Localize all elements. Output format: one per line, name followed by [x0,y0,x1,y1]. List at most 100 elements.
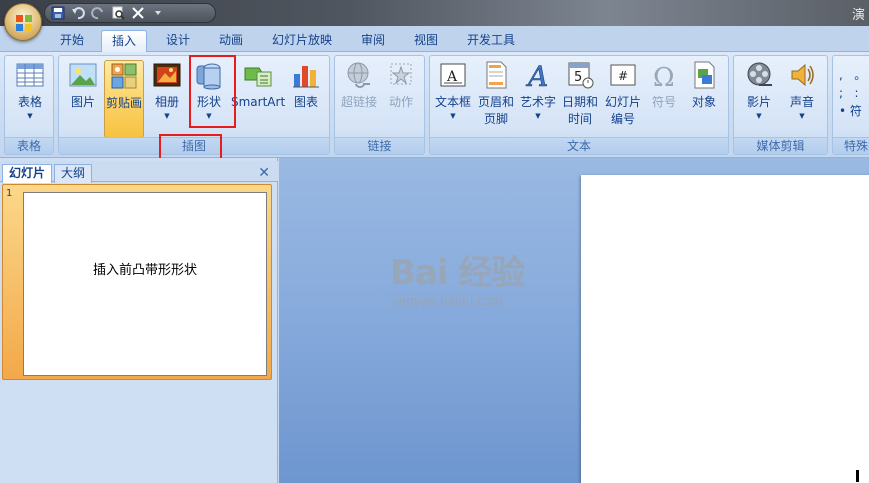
hyperlink-button[interactable]: 超链接 [337,60,381,111]
movie-label: 影片 [746,95,771,109]
hyperlink-label: 超链接 [340,95,377,109]
special-char-row: • 符 [839,104,862,118]
picture-label: 图片 [70,95,95,109]
clipart-button[interactable]: 剪贴画 [104,60,144,138]
smartart-label: SmartArt [231,95,286,109]
chevron-down-icon: ▼ [756,112,762,120]
movie-button[interactable]: 影片 ▼ [738,60,780,121]
baidu-watermark: Bai 经验 jingyan.baidu.com [390,245,525,308]
special-char-row: , 。 [839,68,867,82]
tab-design[interactable]: 设计 [156,30,200,52]
table-icon [15,60,45,90]
globe-link-icon [344,60,374,90]
group-table-label: 表格 [5,137,53,154]
office-logo-icon [16,15,32,31]
special-char-row: ; : [839,86,859,100]
smartart-button[interactable]: SmartArt [231,60,285,111]
ribbon: 表格 ▼ 表格 图片 剪贴画 相册 ▼ 形状 ▼ SmartArt 图表 插图 … [0,52,869,160]
bar-chart-icon [291,60,321,90]
textbox-label: 文本框 [434,95,471,109]
datetime-label-2: 时间 [567,112,592,126]
chevron-down-icon: ▼ [535,112,541,120]
tab-home[interactable]: 开始 [50,30,94,52]
group-text: A 文本框 ▼ 页眉和 页脚 A 艺术字 ▼ 5 日期和 时间 # 幻灯片 编号… [429,55,729,155]
chevron-down-icon: ▼ [164,112,170,120]
group-text-label: 文本 [430,137,728,154]
chevron-down-icon: ▼ [799,112,805,120]
wordart-icon: A [523,60,553,94]
slide-number-glyph: # [618,69,628,83]
group-links-label: 链接 [335,137,424,154]
object-label: 对象 [691,95,716,109]
title-bar: 演 [0,0,869,26]
omega-icon: Ω [649,60,679,93]
slides-pane: 幻灯片 大纲 ✕ 1 插入前凸带形形状 [0,158,278,483]
header-footer-button[interactable]: 页眉和 页脚 [474,60,518,128]
close-icon[interactable]: ✕ [258,165,270,181]
symbol-button[interactable]: Ω 符号 [644,60,684,111]
dropdown-icon[interactable] [151,6,165,20]
action-button[interactable]: 动作 [381,60,421,111]
film-reel-icon [744,60,774,90]
tab-view[interactable]: 视图 [404,30,448,52]
datetime-glyph: 5 [574,70,582,85]
group-table: 表格 ▼ 表格 [4,55,54,155]
textbox-icon: A [438,60,468,90]
table-label: 表格 [17,95,42,109]
album-button[interactable]: 相册 ▼ [147,60,187,121]
picture-icon [68,60,98,90]
chart-button[interactable]: 图表 [287,60,325,111]
slide-number: 1 [6,188,13,199]
quick-access-toolbar [44,3,216,23]
clipart-label: 剪贴画 [105,96,142,110]
group-media-label: 媒体剪辑 [734,137,827,154]
speaker-icon [787,60,817,90]
slide-number-icon: # [608,60,638,90]
watermark-logo-text: Bai 经验 [390,253,525,293]
slides-pane-tabs: 幻灯片 大纲 ✕ [0,161,278,183]
tab-slideshow[interactable]: 幻灯片放映 [262,30,342,52]
chart-label: 图表 [293,95,318,109]
watermark-url: jingyan.baidu.com [392,294,503,308]
shapes-highlight-box [189,55,236,128]
tab-insert[interactable]: 插入 [101,30,147,53]
symbol-label: 符号 [651,95,676,109]
office-button[interactable] [4,3,42,41]
text-cursor [856,470,859,482]
object-button[interactable]: 对象 [684,60,724,111]
spell-icon[interactable] [131,6,145,20]
tab-outline[interactable]: 大纲 [54,164,93,183]
object-icon [689,60,719,90]
slide-thumbnail-text: 插入前凸带形形状 [92,263,197,278]
datetime-button[interactable]: 5 日期和 时间 [558,60,602,128]
textbox-button[interactable]: A 文本框 ▼ [432,60,474,121]
special-chars-list[interactable]: , 。 ; : • 符 [839,66,866,120]
sound-button[interactable]: 声音 ▼ [782,60,822,121]
chevron-down-icon: ▼ [27,112,33,120]
slide-editor-area [279,158,869,483]
undo-icon[interactable] [71,6,85,20]
slide-canvas[interactable] [581,175,869,483]
tab-review[interactable]: 审阅 [351,30,395,52]
group-special: , 。 ; : • 符 特殊符 [832,55,869,155]
clipart-icon [109,61,139,91]
print-preview-icon[interactable] [111,6,125,20]
photo-album-icon [152,60,182,90]
sound-label: 声音 [789,95,814,109]
album-label: 相册 [154,95,179,109]
slide-number-button[interactable]: # 幻灯片 编号 [602,60,644,128]
tab-developer[interactable]: 开发工具 [457,30,525,52]
save-icon[interactable] [51,6,65,20]
window-title: 演 [851,8,865,23]
tab-animation[interactable]: 动画 [209,30,253,52]
slide-thumbnail[interactable]: 插入前凸带形形状 [23,192,267,376]
datetime-label: 日期和 [561,95,598,109]
wordart-button[interactable]: A 艺术字 ▼ [518,60,558,121]
table-button[interactable]: 表格 ▼ [9,60,51,121]
tab-slides[interactable]: 幻灯片 [2,164,53,183]
redo-icon[interactable] [91,6,105,20]
header-footer-label: 页眉和 [477,95,514,109]
group-media: 影片 ▼ 声音 ▼ 媒体剪辑 [733,55,828,155]
ribbon-tabs: 开始 插入 设计 动画 幻灯片放映 审阅 视图 开发工具 [0,26,869,53]
picture-button[interactable]: 图片 [63,60,103,111]
